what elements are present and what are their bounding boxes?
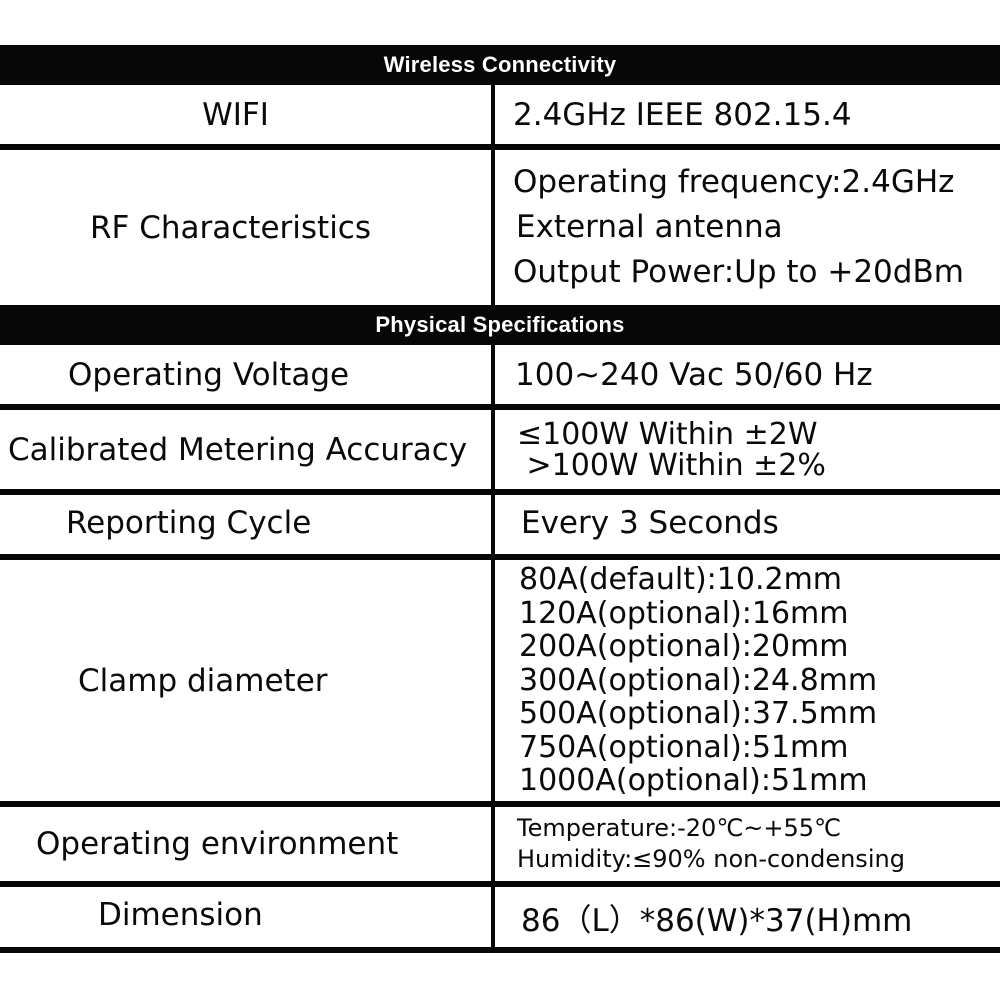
spec-table: Wireless Connectivity WIFI 2.4GHz IEEE 8… [0, 45, 1000, 953]
spec-row-rf-characteristics: RF Characteristics Operating frequency:2… [0, 150, 1000, 305]
spec-value: Operating frequency:2.4GHz External ante… [495, 150, 1000, 305]
spec-label: Clamp diameter [0, 560, 495, 801]
spec-value-line: 500A(optional):37.5mm [519, 696, 878, 732]
spec-value-line: 200A(optional):20mm [519, 629, 849, 665]
spec-row-reporting-cycle: Reporting Cycle Every 3 Seconds [0, 495, 1000, 560]
spec-row-wifi: WIFI 2.4GHz IEEE 802.15.4 [0, 85, 1000, 150]
spec-value-line: 120A(optional):16mm [519, 595, 849, 631]
section-header-physical: Physical Specifications [0, 305, 1000, 345]
spec-row-clamp-diameter: Clamp diameter 80A(default):10.2mm 120A(… [0, 560, 1000, 807]
spec-value-line: 86（L）*86(W)*37(H)mm [521, 902, 913, 939]
spec-row-metering-accuracy: Calibrated Metering Accuracy ≤100W Withi… [0, 410, 1000, 495]
spec-value-line: 1000A(optional):51mm [519, 763, 868, 799]
spec-value-line: Every 3 Seconds [521, 505, 779, 541]
spec-value: 100~240 Vac 50/60 Hz [495, 345, 1000, 404]
spec-value-line: Output Power:Up to +20dBm [513, 254, 964, 290]
spec-value: Temperature:-20℃~+55℃ Humidity:≤90% non-… [495, 807, 1000, 881]
spec-value-line: >100W Within ±2% [517, 447, 826, 483]
spec-value-line: 750A(optional):51mm [519, 729, 849, 765]
spec-value-line: 2.4GHz IEEE 802.15.4 [513, 96, 852, 133]
spec-label: Dimension [0, 887, 495, 947]
spec-value-line: Temperature:-20℃~+55℃ [517, 814, 841, 842]
spec-value: 86（L）*86(W)*37(H)mm [495, 887, 1000, 947]
spec-label: Operating Voltage [0, 345, 495, 404]
spec-row-operating-environment: Operating environment Temperature:-20℃~+… [0, 807, 1000, 887]
spec-value: 80A(default):10.2mm 120A(optional):16mm … [495, 560, 1000, 801]
section-header-wireless: Wireless Connectivity [0, 45, 1000, 85]
spec-value-line: Operating frequency:2.4GHz [513, 164, 955, 200]
spec-row-dimension: Dimension 86（L）*86(W)*37(H)mm [0, 887, 1000, 953]
spec-value-line: ≤100W Within ±2W [517, 416, 818, 452]
spec-value: 2.4GHz IEEE 802.15.4 [495, 85, 1000, 144]
spec-value-line: 100~240 Vac 50/60 Hz [515, 356, 873, 393]
spec-label: Reporting Cycle [0, 495, 495, 554]
spec-label: Operating environment [0, 807, 495, 881]
spec-label: WIFI [0, 85, 495, 144]
spec-value-line: 300A(optional):24.8mm [519, 662, 878, 698]
spec-value-line: 80A(default):10.2mm [519, 562, 843, 598]
spec-label: Calibrated Metering Accuracy [0, 410, 495, 489]
spec-value-line: Humidity:≤90% non-condensing [517, 845, 905, 873]
spec-value: ≤100W Within ±2W >100W Within ±2% [495, 410, 1000, 489]
spec-row-operating-voltage: Operating Voltage 100~240 Vac 50/60 Hz [0, 345, 1000, 410]
spec-value: Every 3 Seconds [495, 495, 1000, 554]
spec-value-line: External antenna [516, 209, 783, 245]
spec-label: RF Characteristics [0, 150, 495, 305]
